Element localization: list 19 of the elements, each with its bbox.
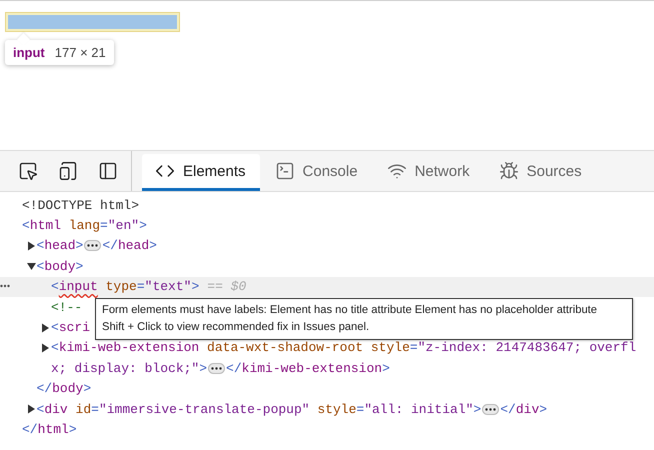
code-text: x; display: block;"> — [51, 360, 208, 376]
code-text: <input type="text"> — [51, 279, 200, 294]
tooltip-text: Form elements must have labels: Element has no title attribute Element has no placeholder attribute — [102, 303, 598, 318]
code-text: </div> — [500, 402, 548, 417]
code-text: <body> — [36, 258, 84, 274]
code-text: </head> — [102, 238, 157, 254]
code-text: <html lang="en"> — [22, 218, 147, 234]
code-text: </body> — [36, 381, 92, 396]
code-text: <!DOCTYPE html> — [22, 198, 140, 213]
code-text: </kimi-web-extension> — [226, 360, 390, 376]
code-text: </html> — [22, 422, 77, 437]
console-reference: == $0 — [207, 279, 246, 294]
tooltip-text: Shift + Click to view recommended fix in Issues panel. — [102, 320, 370, 335]
tag-name: input — [13, 45, 45, 60]
code-text: <div id="immersive-translate-popup" style="all: initial"> — [36, 402, 482, 417]
code-text: <scri — [51, 320, 90, 336]
code-text: <head> — [36, 238, 84, 254]
element-size: 177 × 21 — [54, 45, 106, 60]
code-text: <kimi-web-extension data-wxt-shadow-root style="z-index: 2147483647; overfl — [51, 340, 636, 356]
